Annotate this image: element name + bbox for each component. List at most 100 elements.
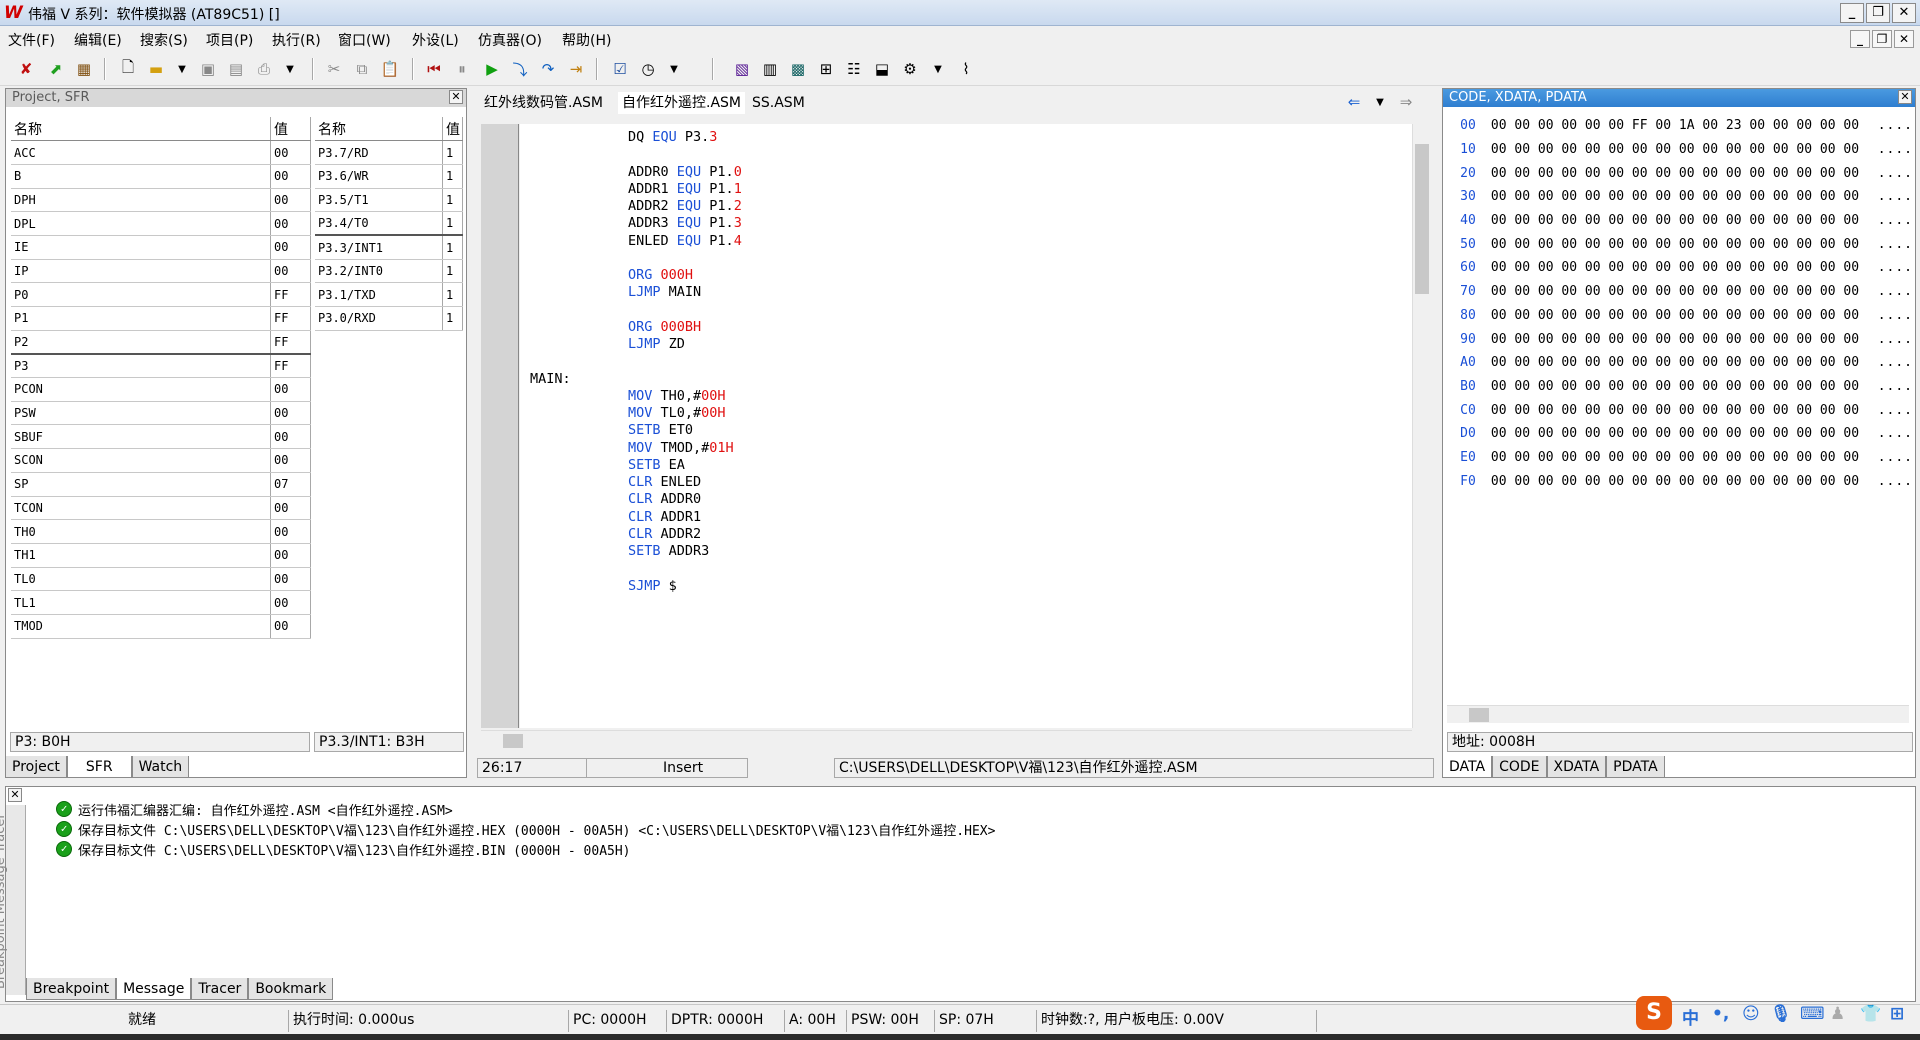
register-value[interactable]: 00 [270,401,311,426]
memory-horizontal-scrollbar[interactable] [1447,705,1909,723]
editor-tab-2[interactable]: 自作红外遥控.ASM [618,92,745,114]
memory-row[interactable]: 60 00 00 00 00 00 00 00 00 00 00 00 00 00 00 00 00.... [1449,256,1913,280]
memory-byte[interactable]: 00 [1769,379,1793,394]
table-row[interactable]: P3.7/RD 1 [315,140,463,165]
register-value[interactable]: 00 [270,424,311,450]
memory-byte[interactable]: 00 [1816,308,1840,323]
memory-byte[interactable]: 00 [1534,450,1558,465]
table-row[interactable]: TH0 00 [11,519,311,544]
memory-byte[interactable]: 00 [1722,426,1746,441]
code-line[interactable] [530,558,742,575]
register-value[interactable]: 1 [442,164,463,189]
table-row[interactable]: SP 07 [11,472,311,497]
memory-byte[interactable]: 00 [1699,308,1723,323]
ime-toolbox-icon[interactable]: ⊞ [1890,1004,1904,1024]
reset-icon[interactable]: ⏮ [422,57,446,81]
memory-byte[interactable]: 00 [1816,118,1840,133]
memory-byte[interactable]: 00 [1699,118,1723,133]
column-header-name[interactable]: 名称 [11,117,272,142]
memory-byte[interactable]: 00 [1581,189,1605,204]
register-value[interactable]: 00 [270,211,311,236]
tab-xdata[interactable]: XDATA [1546,756,1607,778]
register-value[interactable]: 00 [270,188,311,213]
memory-byte[interactable]: 00 [1746,166,1770,181]
memory-byte[interactable]: 00 [1722,284,1746,299]
memory-byte[interactable]: 00 [1511,332,1535,347]
memory-row[interactable]: C0 00 00 00 00 00 00 00 00 00 00 00 00 00 00 00 00.... [1449,398,1913,422]
menu-project[interactable]: 项目(P) [206,30,253,50]
ime-voice-icon[interactable]: 🎙 [1770,1004,1792,1024]
memory-byte[interactable]: 00 [1840,450,1864,465]
memory-row[interactable]: E0 00 00 00 00 00 00 00 00 00 00 00 00 00 00 00 00.... [1449,446,1913,470]
memory-panel-close-icon[interactable]: ✕ [1898,90,1912,104]
memory-byte[interactable]: 00 [1840,189,1864,204]
register-value[interactable]: 00 [270,164,311,189]
memory-byte[interactable]: 00 [1769,260,1793,275]
mdi-minimize-button[interactable]: _ [1850,30,1870,48]
print-icon[interactable]: ⎙ [252,57,276,81]
memory-byte[interactable]: 00 [1534,118,1558,133]
memory-byte[interactable]: 00 [1722,237,1746,252]
menu-edit[interactable]: 编辑(E) [74,30,122,50]
memory-byte[interactable]: 00 [1840,142,1864,157]
memory-byte[interactable]: 00 [1605,189,1629,204]
memory-hex-grid[interactable]: 00 00 00 00 00 00 00 FF 00 1A 00 23 00 00 00 00 00.... 10… [1449,114,1913,493]
memory-byte[interactable]: 00 [1487,284,1511,299]
memory-window-icon[interactable]: ▩ [786,57,810,81]
memory-byte[interactable]: 00 [1699,379,1723,394]
memory-byte[interactable]: 00 [1558,260,1582,275]
memory-byte[interactable]: 00 [1558,118,1582,133]
code-line[interactable]: CLR ENLED [530,472,742,490]
memory-row[interactable]: 40 00 00 00 00 00 00 00 00 00 00 00 00 00 00 00 00.... [1449,209,1913,233]
memory-byte[interactable]: 00 [1816,260,1840,275]
table-row[interactable]: P0 FF [11,282,311,307]
memory-byte[interactable]: 00 [1605,237,1629,252]
memory-byte[interactable]: 00 [1793,260,1817,275]
code-line[interactable]: ADDR2 EQU P1.2 [530,196,742,214]
memory-byte[interactable]: 00 [1746,189,1770,204]
memory-byte[interactable]: 00 [1769,403,1793,418]
table-row[interactable]: DPH 00 [11,188,311,213]
variable-window-icon[interactable]: ☷ [842,57,866,81]
memory-byte[interactable]: 00 [1581,118,1605,133]
memory-byte[interactable]: 00 [1793,355,1817,370]
memory-byte[interactable]: 00 [1581,474,1605,489]
memory-byte[interactable]: 00 [1605,308,1629,323]
code-line[interactable] [530,248,742,265]
memory-byte[interactable]: 00 [1628,142,1652,157]
ime-skin-icon[interactable]: 👕 [1860,1004,1881,1024]
register-value[interactable]: 00 [270,519,311,544]
register-value[interactable]: FF [270,282,311,307]
memory-byte[interactable]: 00 [1487,426,1511,441]
memory-byte[interactable]: 00 [1652,332,1676,347]
table-row[interactable]: ACC 00 [11,140,311,165]
save-all-icon[interactable]: ▤ [224,57,248,81]
table-row[interactable]: PSW 00 [11,401,311,426]
register-value[interactable]: 00 [270,567,311,592]
memory-byte[interactable]: 00 [1581,308,1605,323]
code-line[interactable]: ORG 000H [530,265,742,283]
memory-byte[interactable]: 00 [1699,403,1723,418]
memory-byte[interactable]: 00 [1746,403,1770,418]
step-into-icon[interactable]: ⤵ [508,57,532,81]
code-line[interactable]: LJMP MAIN [530,282,742,300]
paste-icon[interactable]: 📋 [378,57,402,81]
memory-byte[interactable]: 00 [1558,308,1582,323]
memory-byte[interactable]: 00 [1793,450,1817,465]
memory-byte[interactable]: 00 [1699,260,1723,275]
memory-byte[interactable]: 00 [1840,355,1864,370]
memory-byte[interactable]: 00 [1511,260,1535,275]
memory-byte[interactable]: 00 [1534,284,1558,299]
register-value[interactable]: 00 [270,259,311,284]
memory-byte[interactable]: 00 [1722,403,1746,418]
memory-byte[interactable]: 00 [1487,355,1511,370]
memory-byte[interactable]: 00 [1487,308,1511,323]
memory-byte[interactable]: 00 [1581,450,1605,465]
memory-byte[interactable]: 00 [1605,332,1629,347]
settings-icon[interactable]: ☑ [608,57,632,81]
memory-byte[interactable]: 00 [1769,237,1793,252]
memory-byte[interactable]: 00 [1699,284,1723,299]
memory-byte[interactable]: 00 [1769,189,1793,204]
column-header-name[interactable]: 名称 [315,117,444,142]
memory-byte[interactable]: 00 [1840,426,1864,441]
